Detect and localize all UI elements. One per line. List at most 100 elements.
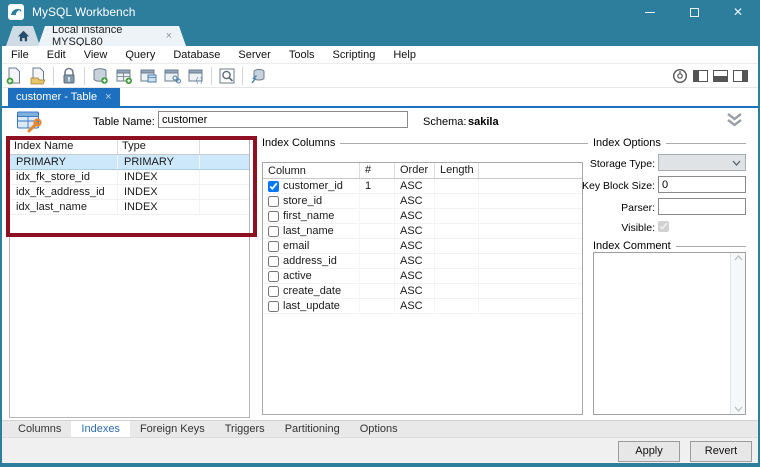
header-length[interactable]: Length xyxy=(435,163,479,178)
create-schema-icon[interactable] xyxy=(88,65,112,87)
tab-options[interactable]: Options xyxy=(350,421,408,437)
column-checkbox[interactable] xyxy=(268,270,279,282)
storage-type-select[interactable] xyxy=(658,154,746,171)
index-columns-groupline xyxy=(340,143,588,144)
column-checkbox[interactable] xyxy=(268,300,279,312)
scroll-down-icon[interactable] xyxy=(734,406,743,412)
search-data-icon[interactable] xyxy=(215,65,239,87)
menu-edit[interactable]: Edit xyxy=(38,49,75,61)
mysql-workbench-window: MySQL Workbench ✕ Local instance MYSQL80… xyxy=(0,0,760,467)
scroll-up-icon[interactable] xyxy=(734,255,743,261)
column-checkbox[interactable] xyxy=(268,255,279,267)
performance-dashboard-icon[interactable] xyxy=(672,68,688,84)
create-table-icon[interactable] xyxy=(112,65,136,87)
header-seq[interactable]: # xyxy=(360,163,395,178)
active-tab-underline xyxy=(0,106,760,108)
toggle-bottom-panel-icon[interactable] xyxy=(713,70,728,82)
menu-help[interactable]: Help xyxy=(384,49,425,61)
menu-query[interactable]: Query xyxy=(116,49,164,61)
column-row-active[interactable]: active ASC xyxy=(263,268,582,284)
connection-tab[interactable]: Local instance MYSQL80 × xyxy=(38,26,186,46)
connection-tab-strip: Local instance MYSQL80 × xyxy=(0,24,760,46)
connection-tab-close-icon[interactable]: × xyxy=(166,30,172,42)
tab-partitioning[interactable]: Partitioning xyxy=(275,421,350,437)
toggle-left-panel-icon[interactable] xyxy=(693,70,708,82)
storage-type-label: Storage Type: xyxy=(589,158,655,170)
table-name-label: Table Name: xyxy=(93,116,155,128)
menu-database[interactable]: Database xyxy=(164,49,229,61)
connection-tab-label: Local instance MYSQL80 xyxy=(52,24,123,48)
column-checkbox[interactable] xyxy=(268,285,279,297)
tab-triggers[interactable]: Triggers xyxy=(215,421,275,437)
column-row-last-name[interactable]: last_name ASC xyxy=(263,223,582,239)
column-row-store-id[interactable]: store_id ASC xyxy=(263,193,582,209)
editor-bottom-tabs: Columns Indexes Foreign Keys Triggers Pa… xyxy=(2,420,758,437)
tab-columns[interactable]: Columns xyxy=(8,421,71,437)
visible-checkbox[interactable] xyxy=(658,221,669,232)
index-row-idx-fk-address-id[interactable]: idx_fk_address_id INDEX xyxy=(10,185,249,200)
index-row-idx-last-name[interactable]: idx_last_name INDEX xyxy=(10,200,249,215)
index-options-title: Index Options xyxy=(593,137,666,149)
create-view-icon[interactable] xyxy=(136,65,160,87)
new-query-tab-icon[interactable] xyxy=(2,65,26,87)
comment-scrollbar[interactable] xyxy=(730,253,745,414)
menu-server[interactable]: Server xyxy=(229,49,279,61)
document-tab-close-icon[interactable]: × xyxy=(105,91,111,103)
column-checkbox[interactable] xyxy=(268,180,279,192)
tab-indexes[interactable]: Indexes xyxy=(71,421,130,437)
menu-tools[interactable]: Tools xyxy=(280,49,324,61)
column-row-first-name[interactable]: first_name ASC xyxy=(263,208,582,224)
toolbar-right-group xyxy=(672,65,748,87)
indexes-list-grid: Index Name Type PRIMARY PRIMARY idx_fk_s… xyxy=(9,138,250,418)
column-row-address-id[interactable]: address_id ASC xyxy=(263,253,582,269)
window-border-bottom xyxy=(0,463,760,467)
document-tab-customer-table[interactable]: customer - Table × xyxy=(8,88,120,106)
minimize-icon[interactable] xyxy=(628,0,672,24)
table-name-input[interactable] xyxy=(158,111,408,128)
column-row-customer-id[interactable]: customer_id 1 ASC xyxy=(263,178,582,194)
document-tab-label: customer - Table xyxy=(16,91,98,103)
document-tab-strip: customer - Table × xyxy=(2,88,758,106)
create-procedure-icon[interactable] xyxy=(160,65,184,87)
menu-scripting[interactable]: Scripting xyxy=(324,49,385,61)
apply-button[interactable]: Apply xyxy=(618,441,680,462)
index-columns-grid: Column # Order Length customer_id 1 ASC … xyxy=(262,162,583,415)
revert-button[interactable]: Revert xyxy=(690,441,752,462)
schema-label: Schema: xyxy=(423,116,467,128)
column-row-create-date[interactable]: create_date ASC xyxy=(263,283,582,299)
index-row-primary[interactable]: PRIMARY PRIMARY xyxy=(10,155,249,170)
key-block-size-input[interactable] xyxy=(658,176,746,193)
double-chevron-down-icon[interactable] xyxy=(726,112,743,130)
column-row-email[interactable]: email ASC xyxy=(263,238,582,254)
menu-view[interactable]: View xyxy=(75,49,117,61)
close-icon[interactable]: ✕ xyxy=(716,0,760,24)
create-function-icon[interactable]: ( ) xyxy=(184,65,208,87)
index-comment-textarea[interactable] xyxy=(593,252,746,415)
header-column[interactable]: Column xyxy=(263,163,360,178)
object-inspector-icon[interactable] xyxy=(57,65,81,87)
parser-label: Parser: xyxy=(621,202,655,214)
column-row-last-update[interactable]: last_update ASC xyxy=(263,298,582,314)
header-order[interactable]: Order xyxy=(395,163,435,178)
column-checkbox[interactable] xyxy=(268,240,279,252)
menu-bar: File Edit View Query Database Server Too… xyxy=(2,46,758,64)
home-tab[interactable] xyxy=(6,26,40,46)
column-checkbox[interactable] xyxy=(268,210,279,222)
column-checkbox[interactable] xyxy=(268,195,279,207)
header-index-name[interactable]: Index Name xyxy=(10,139,118,154)
menu-file[interactable]: File xyxy=(2,49,38,61)
tab-foreign-keys[interactable]: Foreign Keys xyxy=(130,421,215,437)
reconnect-dbms-icon[interactable] xyxy=(246,65,270,87)
open-script-icon[interactable] xyxy=(26,65,50,87)
header-type[interactable]: Type xyxy=(118,139,200,154)
parser-input[interactable] xyxy=(658,198,746,215)
schema-value: sakila xyxy=(468,116,499,128)
toggle-right-panel-icon[interactable] xyxy=(733,70,748,82)
column-checkbox[interactable] xyxy=(268,225,279,237)
visible-label: Visible: xyxy=(621,222,655,234)
chevron-down-icon xyxy=(732,160,741,166)
maximize-icon[interactable] xyxy=(672,0,716,24)
index-row-idx-fk-store-id[interactable]: idx_fk_store_id INDEX xyxy=(10,170,249,185)
mysql-dolphin-icon xyxy=(8,4,24,20)
home-icon xyxy=(17,30,30,42)
